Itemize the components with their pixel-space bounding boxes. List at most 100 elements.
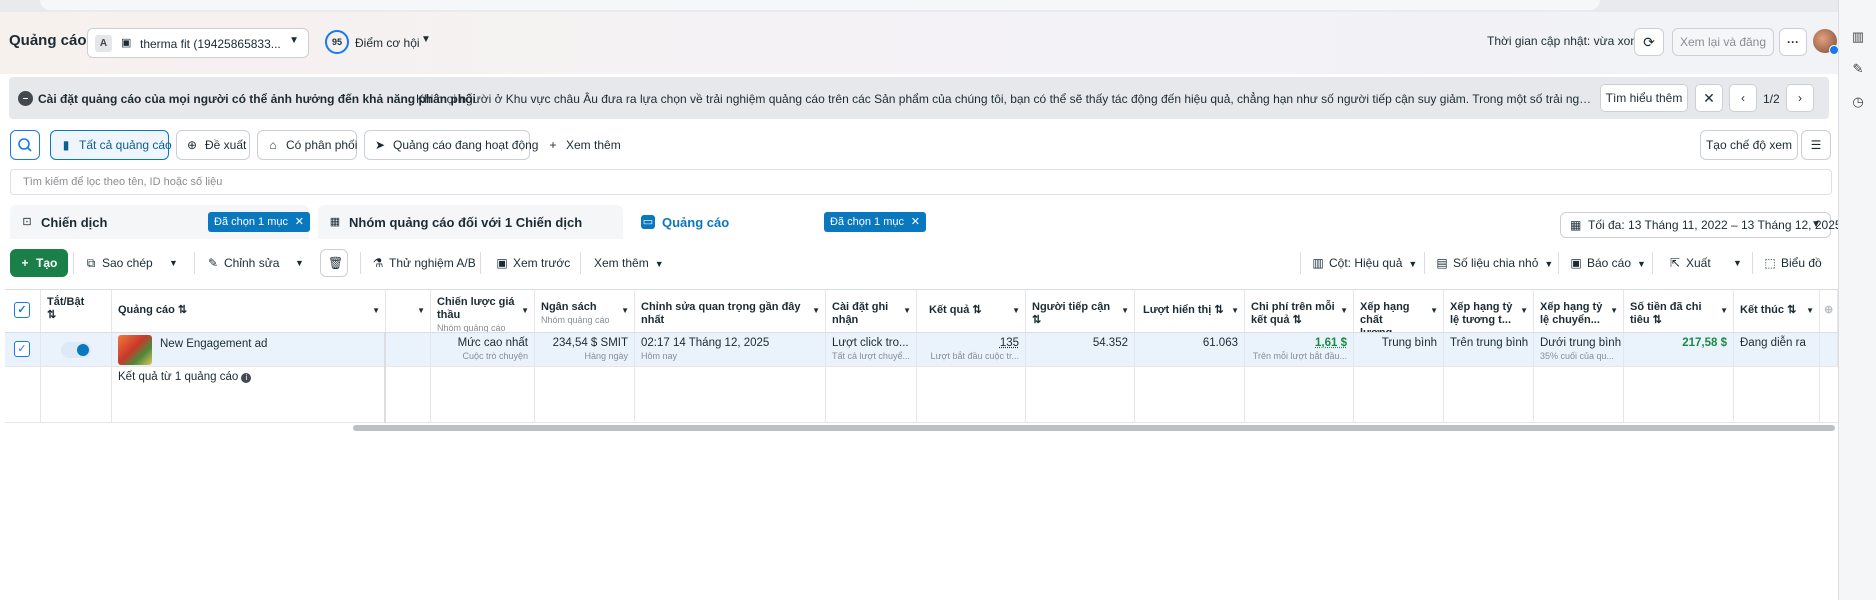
filter-delivering[interactable]: ⌂ Có phân phối (257, 130, 357, 160)
divider (580, 252, 581, 274)
divider (73, 252, 74, 274)
see-more-button[interactable]: Xem thêm ▼ (585, 249, 665, 277)
copy-button[interactable]: ⧉ Sao chép (76, 249, 156, 277)
edit-button[interactable]: ✎ Chỉnh sửa (198, 249, 279, 277)
header-bid[interactable]: Chiến lược giá thầu Nhóm quảng cáo ▼ (431, 290, 535, 332)
header-engagement-rank[interactable]: Xếp hạng tỷ lệ tương t... ▼ (1444, 290, 1534, 332)
filter-see-more[interactable]: + Xem thêm (537, 130, 620, 160)
cell-cost-per-result[interactable]: 1,61 $ Trên mỗi lượt bắt đầu... (1245, 333, 1354, 367)
header-ad[interactable]: Quảng cáo ⇅ ▼ (112, 290, 386, 332)
cell-ad-name[interactable]: New Engagement ad (112, 333, 386, 367)
header-cost-per-result[interactable]: Chi phí trên mỗi kết quả ⇅ ▼ (1245, 290, 1354, 332)
header-budget[interactable]: Ngân sách Nhóm quảng cáo ▼ (535, 290, 635, 332)
tab-ads[interactable]: ▭ Quảng cáo Đã chọn 1 mục ✕ (631, 205, 931, 239)
header-select-all[interactable]: ✓ (5, 290, 41, 332)
more-button[interactable]: ··· (1779, 28, 1807, 56)
bar-chart-icon[interactable]: ▥ (1850, 29, 1866, 45)
date-range-picker[interactable]: ▦ Tối đa: 13 Tháng 11, 2022 – 13 Tháng 1… (1560, 212, 1842, 238)
header-label: Kết quả (929, 304, 970, 316)
prev-icon[interactable]: ‹ (1729, 84, 1757, 112)
search-toggle-button[interactable] (10, 130, 40, 160)
account-selector[interactable]: A ▣ therma fit (19425865833... ▼ (87, 28, 309, 58)
header-ends[interactable]: Kết thúc ⇅ ▼ (1734, 290, 1820, 332)
settings-sliders-button[interactable]: ☰ (1801, 130, 1831, 160)
cell-results[interactable]: 135 Lượt bắt đầu cuộc tr... (917, 333, 1026, 367)
bid-sub: Cuộc trò chuyện (462, 351, 528, 361)
export-dropdown[interactable]: ▼ (1724, 249, 1746, 277)
copy-icon: ⧉ (86, 256, 96, 270)
close-icon[interactable]: ✕ (911, 212, 920, 232)
ad-name[interactable]: New Engagement ad (160, 338, 267, 350)
filter-all-ads[interactable]: ▮ Tất cả quảng cáo (50, 130, 172, 160)
close-icon[interactable]: ✕ (1695, 84, 1723, 112)
avatar[interactable] (1813, 29, 1839, 55)
account-name: therma fit (19425865833... (140, 37, 281, 51)
edit-dropdown[interactable]: ▼ (286, 249, 308, 277)
breakdown-button[interactable]: ▤ Số liệu chia nhỏ ▼ (1427, 249, 1553, 277)
chevron-down-icon: ▼ (372, 306, 380, 315)
copy-dropdown[interactable]: ▼ (160, 249, 182, 277)
header-quality[interactable]: Xếp hạng chất lượng... ▼ (1354, 290, 1444, 332)
sort-icon: ⇅ (1652, 314, 1662, 326)
results-value[interactable]: 135 (1000, 337, 1019, 349)
header-reach[interactable]: Người tiếp cận ⇅ ▼ (1026, 290, 1135, 332)
notice-banner: – Cài đặt quảng cáo của mọi người có thể… (9, 77, 1829, 119)
header-conversion-rank[interactable]: Xếp hạng tỷ lệ chuyển... ▼ (1534, 290, 1624, 332)
header-toggle[interactable]: Tắt/Bật ⇅ (41, 290, 112, 332)
attribution-sub: Tất cả lượt chuyể... (832, 351, 910, 361)
chevron-down-icon: ▼ (1520, 306, 1528, 315)
close-icon[interactable]: ✕ (295, 212, 304, 232)
delete-button[interactable]: 🗑 (320, 249, 348, 277)
refresh-button[interactable]: ⟳ (1634, 28, 1664, 56)
tab-adsets[interactable]: ▦ Nhóm quảng cáo đối với 1 Chiến dịch (318, 205, 623, 239)
header-results[interactable]: Kết quả ⇅ ▼ (917, 290, 1026, 332)
address-bar[interactable] (40, 0, 1600, 10)
ad-thumbnail (118, 335, 152, 365)
clock-icon[interactable]: ◷ (1850, 94, 1866, 110)
info-icon[interactable]: i (241, 373, 252, 383)
header-attribution[interactable]: Cài đặt ghi nhận ▼ (826, 290, 917, 332)
review-publish-button[interactable]: Xem lại và đăng (1672, 28, 1774, 56)
export-button[interactable]: ⇱ Xuất (1660, 249, 1720, 277)
checkbox[interactable]: ✓ (14, 302, 30, 318)
selected-chip[interactable]: Đã chọn 1 mục ✕ (824, 212, 926, 232)
tab-campaigns[interactable]: ⊡ Chiến dịch Đã chọn 1 mục ✕ (10, 205, 310, 239)
summary-row: Kết quả từ 1 quảng cáo i (5, 367, 1838, 423)
checkbox[interactable]: ✓ (14, 341, 30, 357)
pencil-icon[interactable]: ✎ (1850, 61, 1866, 77)
chevron-down-icon: ▼ (1121, 306, 1129, 315)
cell-select[interactable]: ✓ (5, 333, 41, 367)
cost-value[interactable]: 1,61 $ (1315, 337, 1347, 349)
engagement-value: Trên trung bình (1450, 337, 1529, 349)
cell-toggle[interactable] (41, 333, 112, 367)
charts-button[interactable]: ⬚ Biểu đồ (1755, 249, 1831, 277)
folder-icon: ▮ (62, 138, 70, 152)
selected-chip[interactable]: Đã chọn 1 mục ✕ (208, 212, 310, 232)
cell-budget[interactable]: 234,54 $ SMIT Hàng ngày (535, 333, 635, 367)
search-input[interactable]: Tìm kiếm để lọc theo tên, ID hoặc số liệ… (10, 169, 1832, 195)
ab-test-button[interactable]: ⚗ Thử nghiệm A/B (363, 249, 476, 277)
header-spent[interactable]: Số tiền đã chi tiêu ⇅ ▼ (1624, 290, 1734, 332)
plus-icon: + (549, 138, 557, 152)
preview-button[interactable]: ▣ Xem trước (487, 249, 570, 277)
create-view-button[interactable]: Tạo chế độ xem (1700, 130, 1798, 160)
table-row[interactable]: ✓ New Engagement ad Mức cao nhất Cuộc trò… (5, 333, 1838, 367)
learn-more-button[interactable]: Tìm hiểu thêm (1600, 84, 1688, 112)
horizontal-scrollbar[interactable] (353, 425, 1835, 431)
cell-spent: 217,58 $ (1624, 333, 1734, 367)
header-add-column[interactable]: ⊕ (1820, 290, 1838, 332)
reports-label: Báo cáo (1587, 256, 1632, 270)
header-last-edit[interactable]: Chỉnh sửa quan trọng gần đây nhất ▼ (635, 290, 826, 332)
cell-empty (917, 367, 1026, 423)
cell-impressions: 61.063 (1135, 333, 1245, 367)
create-button[interactable]: + Tạo (10, 249, 68, 277)
header-impressions[interactable]: Lượt hiển thị ⇅ ▼ (1135, 290, 1245, 332)
filter-active-ads[interactable]: ➤ Quảng cáo đang hoạt động (364, 130, 538, 160)
filter-recommended[interactable]: ⊕ Đề xuất (176, 130, 250, 160)
ad-toggle[interactable] (61, 342, 91, 358)
next-icon[interactable]: › (1786, 84, 1814, 112)
chevron-down-icon: ▼ (1610, 306, 1618, 315)
header-label: Tắt/Bật (47, 296, 85, 308)
columns-button[interactable]: ▥ Cột: Hiệu quả ▼ (1303, 249, 1417, 277)
reports-button[interactable]: ▣ Báo cáo ▼ (1561, 249, 1646, 277)
